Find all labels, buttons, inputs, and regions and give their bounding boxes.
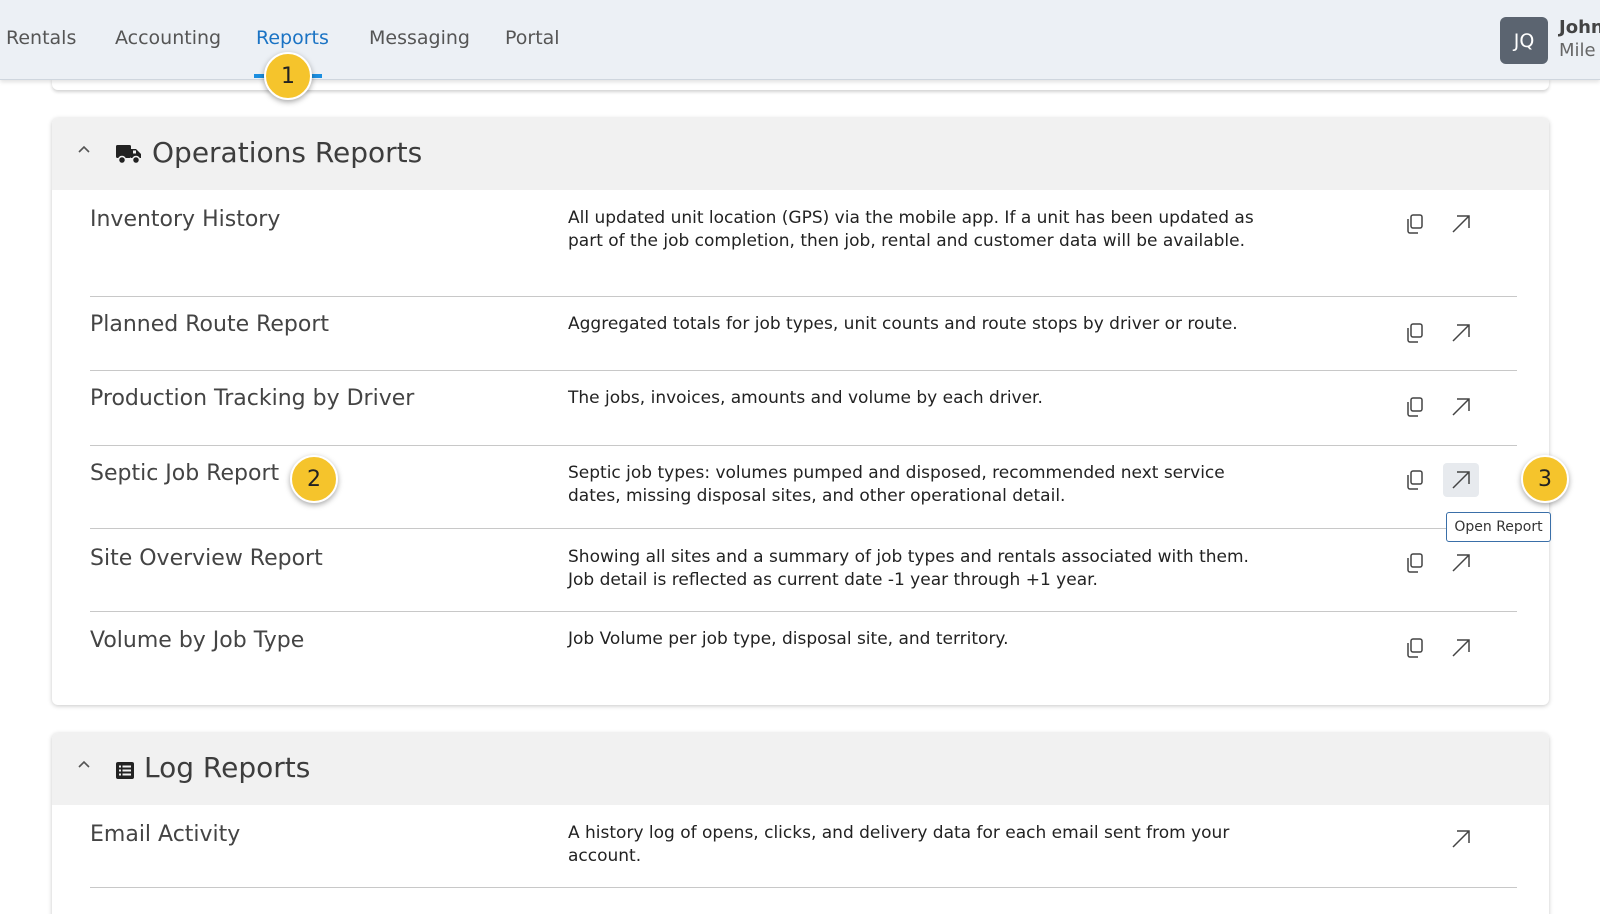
report-name[interactable]: Volume by Job Type [90,628,304,653]
arrow-up-right-icon [1452,324,1470,342]
copy-icon [1407,553,1423,573]
report-row: Volume by Job Type Job Volume per job ty… [90,612,1517,705]
open-report-button[interactable] [1443,463,1479,497]
copy-report-button[interactable] [1397,316,1433,350]
step-marker-1: 1 [264,52,312,100]
report-description: Aggregated totals for job types, unit co… [568,314,1238,334]
report-description: The jobs, invoices, amounts and volume b… [568,388,1043,408]
open-report-button[interactable] [1443,631,1479,665]
report-name[interactable]: Email Activity [90,822,240,847]
report-name[interactable]: Production Tracking by Driver [90,386,414,411]
report-row: Planned Route Report Aggregated totals f… [90,297,1517,371]
copy-icon [1407,638,1423,658]
step-marker-2: 2 [290,455,338,503]
user-last-name[interactable]: Mile [1559,40,1596,61]
arrow-up-right-icon [1452,471,1470,489]
copy-icon [1407,397,1423,417]
report-description: A history log of opens, clicks, and deli… [568,823,1230,866]
open-report-button[interactable] [1443,207,1479,241]
chevron-up-icon[interactable] [78,759,90,771]
report-description: Showing all sites and a summary of job t… [568,547,1249,590]
copy-report-button[interactable] [1397,390,1433,424]
copy-icon [1407,323,1423,343]
open-report-button[interactable] [1443,546,1479,580]
open-report-button[interactable] [1443,316,1479,350]
top-nav: Rentals Accounting Reports Messaging Por… [0,0,1600,80]
nav-messaging[interactable]: Messaging [369,27,470,49]
report-row: Email Activity A history log of opens, c… [90,805,1517,888]
report-name[interactable]: Site Overview Report [90,546,323,571]
step-marker-3: 3 [1521,455,1569,503]
copy-icon [1407,470,1423,490]
copy-report-button[interactable] [1397,463,1433,497]
report-name[interactable]: Planned Route Report [90,312,329,337]
open-report-tooltip: Open Report [1446,512,1551,542]
arrow-up-right-icon [1452,398,1470,416]
nav-rentals[interactable]: Rentals [6,27,76,49]
report-row: Site Overview Report Showing all sites a… [90,529,1517,612]
nav-accounting[interactable]: Accounting [115,27,221,49]
operations-reports-card: Operations Reports Inventory History All… [52,118,1549,705]
copy-icon [1407,214,1423,234]
copy-report-button[interactable] [1397,207,1433,241]
log-reports-header[interactable]: Log Reports [52,733,1549,805]
report-row: Inventory History All updated unit locat… [90,190,1517,297]
arrow-up-right-icon [1452,554,1470,572]
arrow-up-right-icon [1452,215,1470,233]
copy-report-button[interactable] [1397,546,1433,580]
operations-reports-title: Operations Reports [152,136,423,169]
arrow-up-right-icon [1452,830,1470,848]
copy-report-button[interactable] [1397,631,1433,665]
report-description: Job Volume per job type, disposal site, … [568,629,1009,649]
nav-portal[interactable]: Portal [505,27,560,49]
report-description: All updated unit location (GPS) via the … [568,208,1254,251]
open-report-button[interactable] [1443,822,1479,856]
open-report-button[interactable] [1443,390,1479,424]
truck-icon [116,145,141,165]
chevron-up-icon[interactable] [78,144,90,156]
nav-reports[interactable]: Reports [256,27,329,49]
report-row: Production Tracking by Driver The jobs, … [90,371,1517,446]
operations-reports-header[interactable]: Operations Reports [52,118,1549,190]
report-name[interactable]: Inventory History [90,207,280,232]
avatar[interactable]: JQ [1500,17,1548,64]
user-first-name[interactable]: John [1559,17,1600,38]
report-name[interactable]: Septic Job Report [90,461,279,486]
log-reports-title: Log Reports [144,751,311,784]
log-reports-card: Log Reports Email Activity A history log… [52,733,1549,914]
list-icon [116,762,134,779]
arrow-up-right-icon [1452,639,1470,657]
report-description: Septic job types: volumes pumped and dis… [568,463,1225,506]
